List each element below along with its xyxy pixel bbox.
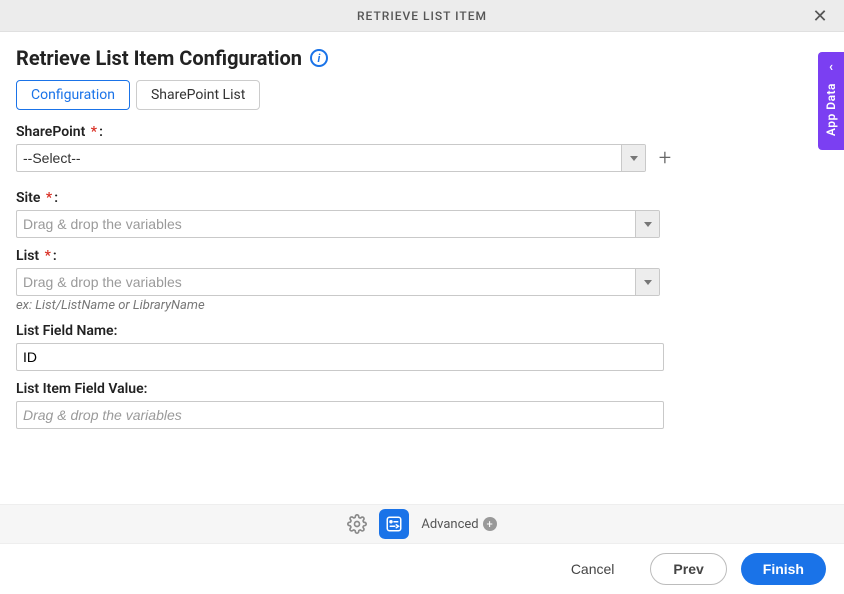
- chevron-left-icon: ‹: [829, 60, 833, 75]
- add-connection-button[interactable]: +: [654, 147, 676, 169]
- page-title: Retrieve List Item Configuration: [16, 46, 302, 70]
- field-name-input[interactable]: [16, 343, 664, 371]
- titlebar: RETRIEVE LIST ITEM ✕: [0, 0, 844, 32]
- cancel-button[interactable]: Cancel: [549, 553, 637, 585]
- label-text: List: [16, 248, 39, 264]
- site-select[interactable]: [16, 210, 660, 238]
- app-data-label: App Data: [824, 83, 838, 136]
- field-list: List *: ex: List/ListName or LibraryName: [16, 248, 828, 313]
- field-value-input[interactable]: [16, 401, 664, 429]
- required-asterisk: *: [87, 124, 97, 140]
- page-heading: Retrieve List Item Configuration i: [0, 32, 844, 80]
- list-input[interactable]: [17, 269, 635, 295]
- site-input[interactable]: [17, 211, 635, 237]
- label-sharepoint: SharePoint *:: [16, 124, 828, 140]
- plus-icon: +: [483, 517, 497, 531]
- list-hint: ex: List/ListName or LibraryName: [16, 298, 828, 313]
- required-asterisk: *: [41, 248, 51, 264]
- label-list: List *:: [16, 248, 828, 264]
- label-text: SharePoint: [16, 124, 85, 140]
- tabs: Configuration SharePoint List: [0, 80, 844, 124]
- dropdown-icon[interactable]: [635, 269, 659, 295]
- app-data-tab[interactable]: ‹ App Data: [818, 52, 844, 150]
- close-icon[interactable]: ✕: [804, 0, 836, 32]
- label-text: List Item Field Value:: [16, 381, 147, 397]
- required-asterisk: *: [42, 190, 52, 206]
- footer: Cancel Prev Finish: [0, 544, 844, 594]
- titlebar-title: RETRIEVE LIST ITEM: [357, 9, 487, 23]
- prev-button[interactable]: Prev: [650, 553, 726, 585]
- dropdown-icon[interactable]: [621, 145, 645, 171]
- tab-sharepoint-list[interactable]: SharePoint List: [136, 80, 260, 110]
- field-sharepoint: SharePoint *: +: [16, 124, 828, 172]
- label-text: List Field Name:: [16, 323, 117, 339]
- tab-configuration[interactable]: Configuration: [16, 80, 130, 110]
- list-select[interactable]: [16, 268, 660, 296]
- util-strip: Advanced +: [0, 504, 844, 544]
- field-field-value: List Item Field Value:: [16, 381, 828, 429]
- info-icon[interactable]: i: [310, 49, 328, 67]
- gear-icon[interactable]: [347, 514, 367, 534]
- sharepoint-input[interactable]: [17, 145, 621, 171]
- label-field-name: List Field Name:: [16, 323, 828, 339]
- sharepoint-select[interactable]: [16, 144, 646, 172]
- label-site: Site *:: [16, 190, 828, 206]
- dropdown-icon[interactable]: [635, 211, 659, 237]
- label-field-value: List Item Field Value:: [16, 381, 828, 397]
- form: SharePoint *: + Site *: List *:: [0, 124, 844, 429]
- advanced-link[interactable]: Advanced +: [421, 517, 496, 532]
- finish-button[interactable]: Finish: [741, 553, 826, 585]
- field-site: Site *:: [16, 190, 828, 238]
- advanced-label: Advanced: [421, 517, 478, 532]
- field-field-name: List Field Name:: [16, 323, 828, 371]
- form-icon[interactable]: [379, 509, 409, 539]
- label-text: Site: [16, 190, 40, 206]
